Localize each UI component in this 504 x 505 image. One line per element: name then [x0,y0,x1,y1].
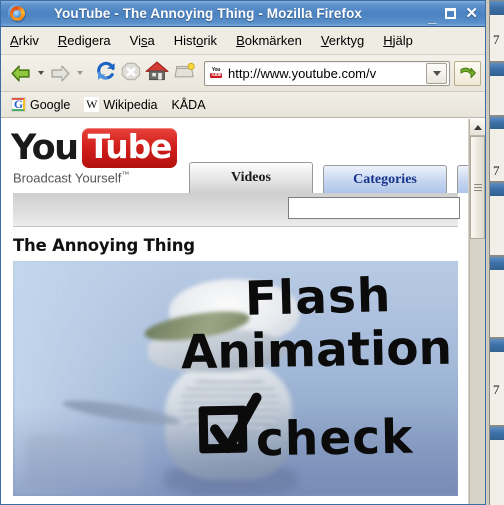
forward-button[interactable] [48,63,72,83]
firefox-window: YouTube - The Annoying Thing - Mozilla F… [0,0,486,505]
background-window-2-titlebar [490,63,504,76]
stop-button[interactable] [119,60,143,87]
page-scrollbar[interactable] [469,119,485,504]
youtube-page: You Tube Broadcast Yourself™ Videos Cate… [1,119,469,504]
wikipedia-favicon-icon: W [84,97,100,112]
menu-item-visa[interactable]: Visa [130,33,155,48]
scrollbar-track-lower[interactable] [470,239,485,504]
slogan-text: Broadcast Yourself [13,170,122,186]
overlay-text-flash: Flash [244,268,393,327]
youtube-header: You Tube Broadcast Yourself™ Videos Cate… [1,119,468,193]
minimize-button[interactable]: _ [428,10,436,25]
bookmark-kada[interactable]: KÅDA [172,98,206,112]
logo-tube-text: Tube [87,127,173,166]
maximize-button[interactable] [445,8,457,19]
menu-item-hjalp[interactable]: Hjälp [383,33,413,48]
menu-item-redigera[interactable]: Redigera [58,33,111,48]
go-button[interactable] [454,60,481,86]
background-window-7-titlebar [490,427,504,440]
background-window-6-titlebar [490,339,504,352]
youtube-logo-wordmark: You Tube [11,127,178,169]
background-text-mark: 7 [493,32,500,47]
scrollbar-thumb[interactable] [470,136,485,239]
menu-item-verktyg[interactable]: Verktyg [321,33,364,48]
menu-item-bokmarken[interactable]: Bokmärken [236,33,302,48]
background-window-4-titlebar [490,183,504,196]
favicon-tube-text: Tube [209,72,223,78]
background-window-7[interactable] [489,426,504,505]
youtube-logo[interactable]: You Tube Broadcast Yourself™ [11,127,178,185]
back-history-dropdown[interactable] [36,63,45,83]
youtube-slogan: Broadcast Yourself™ [13,170,161,185]
url-input[interactable]: http://www.youtube.com/v [228,66,426,81]
background-window-3-titlebar [490,117,504,129]
overlay-text-check: check [255,409,414,468]
bookmark-google-label: Google [30,97,71,112]
bookmark-google[interactable]: G Google [11,97,70,112]
bookmark-wikipedia-label: Wikipedia [103,97,158,112]
url-bar[interactable]: You Tube http://www.youtube.com/v [204,60,450,86]
menu-bar: Arkiv Redigera Visa Historik Bokmärken V… [1,27,485,55]
tab-third[interactable] [457,165,468,193]
window-titlebar[interactable]: YouTube - The Annoying Thing - Mozilla F… [1,1,485,27]
background-window-1[interactable] [489,0,504,62]
scrollbar-grip-icon [473,184,482,191]
tab-videos[interactable]: Videos [189,162,313,193]
youtube-search-strip [13,193,460,227]
background-text-mark: 7 [493,382,500,397]
url-dropdown-button[interactable] [426,62,447,84]
scrollbar-track[interactable] [470,136,485,504]
search-input[interactable] [288,197,460,219]
google-favicon-icon: G [11,97,26,112]
reload-button[interactable] [94,60,118,87]
menu-item-arkiv[interactable]: Arkiv [10,33,39,48]
forward-history-dropdown[interactable] [75,63,84,83]
content-viewport: You Tube Broadcast Yourself™ Videos Cate… [1,118,485,504]
navigation-toolbar: You Tube http://www.youtube.com/v [1,55,485,92]
logo-tube-badge: Tube [81,127,178,168]
close-button[interactable]: ✕ [465,6,478,21]
video-player[interactable]: Flash Animation check [13,261,458,496]
tab-categories[interactable]: Categories [323,165,447,193]
home-button[interactable] [144,60,170,87]
menu-item-historik[interactable]: Historik [174,33,217,48]
background-window-1-titlebar [490,1,504,15]
bookmark-manager-button[interactable] [171,60,197,87]
background-window-5[interactable] [489,256,504,338]
background-text-mark: 7 [493,163,500,178]
screen: 7 7 7 YouTube - The Annoying Thing - Moz… [0,0,504,505]
youtube-tabs: Videos Categories [189,162,468,193]
background-window-2[interactable] [489,62,504,116]
overlay-text-animation: Animation [180,320,453,381]
bookmark-wikipedia[interactable]: W Wikipedia [84,97,158,112]
logo-you-text: You [11,128,79,168]
bookmark-kada-label: KÅDA [171,97,206,112]
back-button[interactable] [9,63,33,83]
video-title: The Annoying Thing [13,236,195,255]
youtube-favicon-icon: You Tube [208,66,224,80]
slogan-tm: ™ [121,170,130,179]
background-window-5-titlebar [490,257,504,270]
background-window-4[interactable] [489,182,504,256]
bookmarks-bar: G Google W Wikipedia KÅDA [1,92,485,118]
window-title: YouTube - The Annoying Thing - Mozilla F… [53,6,363,21]
firefox-logo-icon [8,4,27,23]
scrollbar-up-button[interactable] [470,119,485,136]
window-controls: _ ✕ [428,1,478,26]
